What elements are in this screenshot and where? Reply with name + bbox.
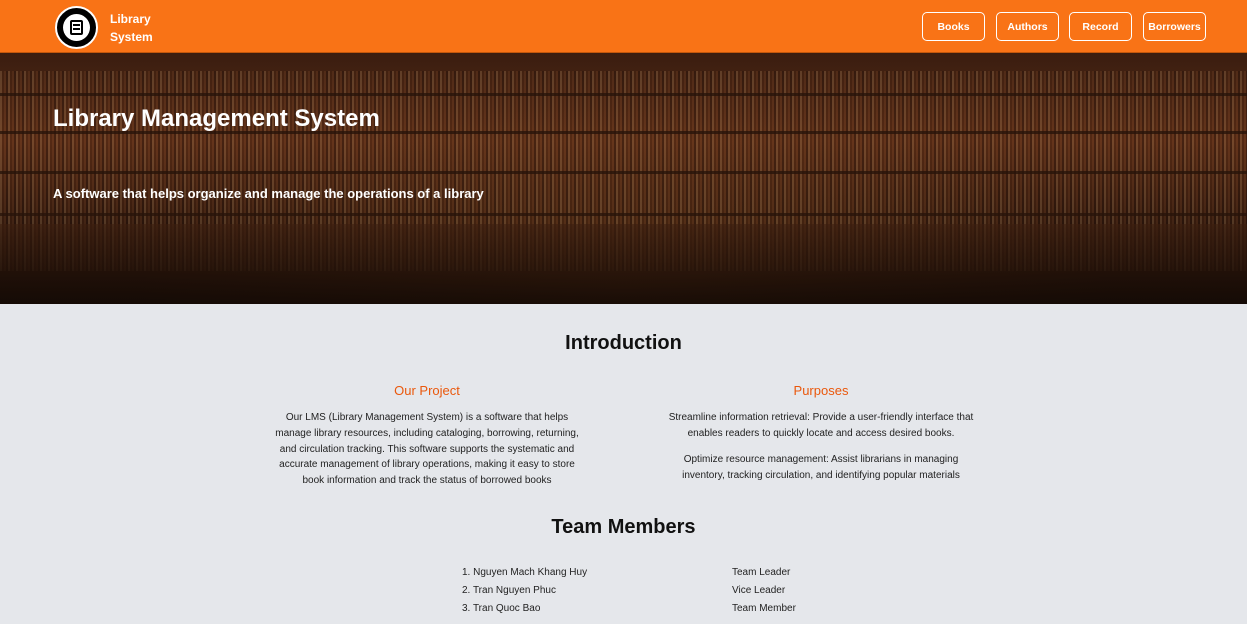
our-project-heading: Our Project [394,383,460,398]
member-name: 3. Tran Quoc Bao [462,603,541,614]
logo-icon[interactable] [55,6,98,49]
purposes-text-2: Optimize resource management: Assist lib… [682,454,960,481]
brand[interactable]: Library System [110,10,153,46]
nav-borrowers-button[interactable]: Borrowers [1143,12,1206,41]
hero-subtitle: A software that helps organize and manag… [53,186,484,201]
nav-record-button[interactable]: Record [1069,12,1132,41]
nav-authors-button[interactable]: Authors [996,12,1059,41]
hero-banner: Library Management System A software tha… [0,53,1247,304]
team-members-heading: Team Members [551,516,696,538]
purposes-heading: Purposes [793,383,849,398]
our-project-text: Our LMS (Library Management System) is a… [275,412,579,487]
member-name: 2. Tran Nguyen Phuc [462,585,556,596]
introduction-heading: Introduction [565,332,682,354]
hero-title: Library Management System [53,105,380,132]
member-role: Team Leader [732,567,791,578]
member-role: Team Member [732,603,796,614]
navbar: Library System Books Authors Record Borr… [0,0,1247,53]
nav-books-button[interactable]: Books [922,12,985,41]
member-role: Vice Leader [732,585,786,596]
purposes-text-1: Streamline information retrieval: Provid… [668,412,974,439]
brand-line-2: System [110,30,153,44]
brand-line-1: Library [110,12,151,26]
member-name: 1. Nguyen Mach Khang Huy [462,567,588,578]
